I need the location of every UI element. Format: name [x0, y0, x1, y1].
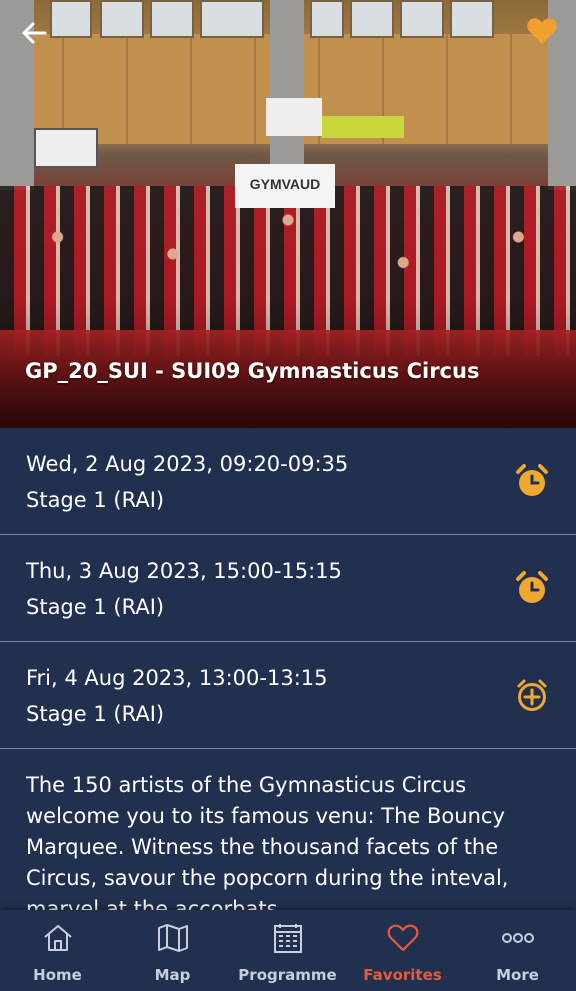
session-date-time: Fri, 4 Aug 2023, 13:00-13:15: [26, 666, 328, 690]
photo-window: [310, 0, 344, 38]
photo-pillar: [270, 0, 304, 190]
bottom-navigation: Home Map Programme Favorites More: [0, 910, 576, 991]
more-dots-icon: [501, 933, 534, 943]
session-list: Wed, 2 Aug 2023, 09:20-09:35 Stage 1 (RA…: [0, 428, 576, 749]
add-session-button[interactable]: [514, 677, 550, 713]
nav-item-favorites[interactable]: Favorites: [345, 910, 460, 991]
photo-window: [100, 0, 144, 38]
photo-sign: [322, 116, 404, 138]
nav-item-home[interactable]: Home: [0, 910, 115, 991]
nav-label: Home: [33, 966, 82, 984]
session-stage: Stage 1 (RAI): [26, 702, 165, 726]
session-date-time: Thu, 3 Aug 2023, 15:00-15:15: [26, 559, 342, 583]
photo-basketball-board: [34, 128, 98, 168]
event-description: The 150 artists of the Gymnasticus Circu…: [26, 773, 509, 910]
photo-sign: [266, 98, 322, 136]
event-title: GP_20_SUI - SUI09 Gymnasticus Circus: [25, 359, 480, 383]
home-icon: [43, 925, 72, 951]
nav-label: Programme: [238, 966, 337, 984]
nav-item-map[interactable]: Map: [115, 910, 230, 991]
photo-window: [200, 0, 264, 38]
nav-item-more[interactable]: More: [460, 910, 575, 991]
session-stage: Stage 1 (RAI): [26, 488, 165, 512]
set-reminder-button[interactable]: [514, 570, 550, 606]
set-reminder-button[interactable]: [514, 463, 550, 499]
calendar-icon: [273, 924, 302, 953]
photo-window: [450, 0, 494, 38]
photo-window: [150, 0, 194, 38]
alarm-clock-icon: [516, 464, 548, 496]
back-arrow-icon: [22, 22, 47, 44]
nav-item-programme[interactable]: Programme: [230, 910, 345, 991]
photo-window: [400, 0, 444, 38]
nav-label: Favorites: [363, 966, 442, 984]
photo-banner: GYMVAUD: [235, 164, 335, 208]
photo-window: [350, 0, 394, 38]
nav-label: More: [496, 966, 539, 984]
photo-banner-text: GYMVAUD: [249, 176, 321, 192]
alarm-clock-icon: [516, 571, 548, 603]
add-circle-icon: [517, 679, 547, 711]
session-item: Fri, 4 Aug 2023, 13:00-13:15 Stage 1 (RA…: [0, 642, 576, 749]
map-icon: [157, 924, 188, 952]
nav-label: Map: [154, 966, 191, 984]
session-stage: Stage 1 (RAI): [26, 595, 165, 619]
session-date-time: Wed, 2 Aug 2023, 09:20-09:35: [26, 452, 349, 476]
session-item: Wed, 2 Aug 2023, 09:20-09:35 Stage 1 (RA…: [0, 428, 576, 535]
photo-window: [50, 0, 92, 38]
heart-icon: [387, 924, 418, 952]
heart-filled-icon: [527, 18, 557, 44]
session-item: Thu, 3 Aug 2023, 15:00-15:15 Stage 1 (RA…: [0, 535, 576, 642]
back-button[interactable]: [18, 16, 52, 50]
favorite-button[interactable]: [526, 16, 558, 46]
